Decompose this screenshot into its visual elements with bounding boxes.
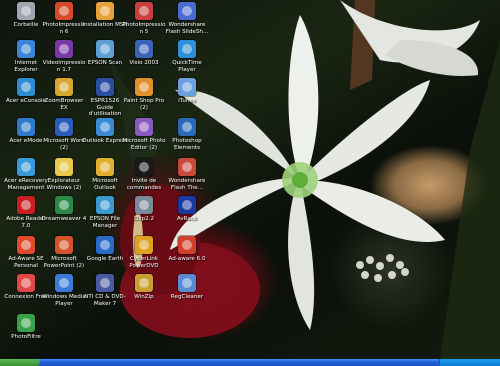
desktop-shortcut-label: ZoomBrowser EX [44, 98, 84, 111]
desktop-shortcut-label: Ad-aware 6.0 [168, 256, 206, 262]
visio-icon [135, 40, 153, 58]
desktop-shortcut[interactable]: Explorateur Windows (2) [41, 158, 87, 191]
desktop-shortcut[interactable]: ZoomBrowser EX [41, 78, 87, 111]
ad-aware-icon [178, 236, 196, 254]
dreamweaver-icon [55, 196, 73, 214]
wondershare-icon [178, 2, 196, 20]
internet-explorer-icon [17, 40, 35, 58]
google-earth-icon [96, 236, 114, 254]
desktop-shortcut-label: PhotoImpression 5 [122, 22, 166, 35]
desktop-shortcut-label: Microsoft Photo Editor (2) [122, 138, 166, 151]
regcleaner-icon [178, 274, 196, 292]
desktop-shortcut[interactable]: Photoshop Elements [164, 118, 210, 151]
scanner-icon [96, 40, 114, 58]
paint-shop-pro-icon [135, 78, 153, 96]
desktop-shortcut[interactable]: Microsoft PowerPoint (2) [41, 236, 87, 269]
desktop-shortcut-label: AvRack [176, 216, 198, 222]
windows-media-player-icon [55, 274, 73, 292]
epson-guide-icon [96, 78, 114, 96]
desktop-shortcut-label: PhotoFiltre [11, 334, 41, 340]
desktop-shortcut[interactable]: Wondershare Flash The... [164, 158, 210, 191]
desktop-shortcut[interactable]: PhotoFiltre [3, 314, 49, 341]
winzip-icon [135, 274, 153, 292]
desktop-shortcut[interactable]: Paint Shop Pro (2) [121, 78, 167, 111]
desktop-shortcut-label: Wondershare Flash The... [168, 178, 206, 191]
epson-file-manager-icon [96, 196, 114, 214]
start-button[interactable] [0, 359, 40, 366]
desktop-shortcut-label: Microsoft PowerPoint (2) [43, 256, 85, 269]
desktop-shortcut[interactable]: Microsoft Word (2) [41, 118, 87, 151]
desktop-shortcut-label: QuickTime Player [172, 60, 202, 73]
connexion-free-icon [17, 274, 35, 292]
desktop-shortcut[interactable]: Dxp2.2 [121, 196, 167, 223]
desktop-shortcut-label: Invite de commandes [126, 178, 162, 191]
desktop-shortcut[interactable]: Ad-aware 6.0 [164, 236, 210, 263]
recycle-bin-icon [17, 2, 35, 20]
desktop-shortcut-label: Microsoft Word (2) [43, 138, 85, 151]
avrack-icon [178, 196, 196, 214]
photoimpression-icon [55, 2, 73, 20]
quicktime-icon [178, 40, 196, 58]
word-icon [55, 118, 73, 136]
acer-emode-icon [17, 118, 35, 136]
wondershare-icon [178, 158, 196, 176]
desktop-shortcut-label: PhotoImpression 6 [42, 22, 86, 35]
desktop-shortcut-label: Visio 2003 [129, 60, 159, 66]
itunes-icon [178, 78, 196, 96]
desktop-shortcut[interactable]: QuickTime Player [164, 40, 210, 73]
desktop-shortcut[interactable]: PhotoImpression 5 [121, 2, 167, 35]
desktop-shortcut-label: VideoImpression 1.7 [42, 60, 86, 73]
photoimpression-icon [135, 2, 153, 20]
msn-butterfly-icon [96, 2, 114, 20]
desktop-shortcut-label: Dreamweaver 4 [41, 216, 87, 222]
powerdvd-icon [135, 236, 153, 254]
desktop-shortcut[interactable]: CyberLink PowerDVD [121, 236, 167, 269]
desktop-shortcut-label: Paint Shop Pro (2) [123, 98, 165, 111]
photofiltre-icon [17, 314, 35, 332]
desktop-shortcut-label: iTunes [178, 98, 196, 104]
photoshop-elements-icon [178, 118, 196, 136]
dxp-icon [135, 196, 153, 214]
desktop-shortcut-label: WinZip [134, 294, 154, 300]
photo-editor-icon [135, 118, 153, 136]
desktop-shortcut-label: RegCleaner [170, 294, 204, 300]
desktop-shortcut-label: Photoshop Elements [172, 138, 202, 151]
desktop-shortcut[interactable]: VideoImpression 1.7 [41, 40, 87, 73]
desktop-shortcut[interactable]: PhotoImpression 6 [41, 2, 87, 35]
ad-aware-icon [17, 236, 35, 254]
desktop-shortcut[interactable]: iTunes [164, 78, 210, 105]
desktop-shortcut-label: CyberLink PowerDVD [129, 256, 159, 269]
desktop-shortcut[interactable]: Dreamweaver 4 [41, 196, 87, 223]
outlook-icon [96, 158, 114, 176]
acer-erecovery-icon [17, 158, 35, 176]
nti-cd-maker-icon [96, 274, 114, 292]
desktop-shortcut[interactable]: Windows Media Player [41, 274, 87, 307]
desktop-wallpaper: Corbeille PhotoImpression 6 Installation M… [0, 0, 500, 359]
desktop-shortcut-label: Wondershare Flash SlideSh... [165, 22, 209, 35]
desktop-shortcut[interactable]: AvRack [164, 196, 210, 223]
outlook-express-icon [96, 118, 114, 136]
system-tray[interactable] [439, 359, 500, 366]
desktop-shortcut[interactable]: RegCleaner [164, 274, 210, 301]
desktop-shortcut[interactable]: Wondershare Flash SlideSh... [164, 2, 210, 35]
acer-econsole-icon [17, 78, 35, 96]
powerpoint-icon [55, 236, 73, 254]
desktop-shortcut-label: Explorateur Windows (2) [46, 178, 82, 191]
desktop-shortcut[interactable]: Invite de commandes [121, 158, 167, 191]
desktop-shortcut[interactable]: Microsoft Photo Editor (2) [121, 118, 167, 151]
desktop-shortcut-label: Dxp2.2 [133, 216, 155, 222]
taskbar [0, 359, 500, 366]
folder-icon [55, 158, 73, 176]
desktop-shortcut-label: Windows Media Player [42, 294, 86, 307]
command-prompt-icon [135, 158, 153, 176]
desktop-shortcut[interactable]: Visio 2003 [121, 40, 167, 67]
desktop-shortcut[interactable]: WinZip [121, 274, 167, 301]
videoimpression-icon [55, 40, 73, 58]
adobe-reader-icon [17, 196, 35, 214]
zoombrowser-icon [55, 78, 73, 96]
